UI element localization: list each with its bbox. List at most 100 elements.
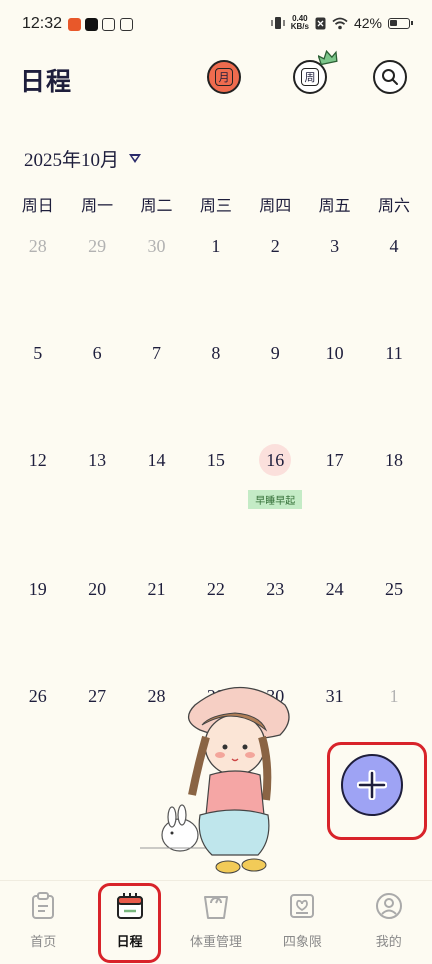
calendar-day-number: 30 (147, 236, 166, 256)
week-view-label: 周 (301, 68, 319, 86)
calendar-day-number: 11 (385, 343, 403, 363)
calendar-day-number: 13 (88, 450, 107, 470)
calendar-day-cell[interactable]: 4 (364, 230, 423, 337)
plus-icon (357, 770, 387, 800)
nav-item-weight[interactable]: 体重管理 (173, 881, 259, 964)
weekday-label: 周日 (21, 196, 54, 215)
search-icon (382, 69, 398, 85)
calendar-day-cell[interactable]: 1 (186, 230, 245, 337)
calendar-day-today: 16 (259, 444, 292, 476)
wifi-icon (332, 17, 348, 29)
calendar-day-number: 29 (88, 236, 107, 256)
calendar-day-cell[interactable]: 26 (8, 680, 67, 740)
vibrate-icon (271, 17, 285, 29)
calendar-day-cell[interactable]: 12 (8, 444, 67, 573)
calendar-day-cell[interactable]: 16 早睡早起 (246, 444, 305, 573)
calendar-day-cell[interactable]: 2 (246, 230, 305, 337)
calendar-day-cell[interactable]: 17 (305, 444, 364, 573)
calendar-day-cell[interactable]: 3 (305, 230, 364, 337)
month-picker[interactable]: 2025年10月 (24, 145, 142, 172)
weekday-label: 周二 (140, 196, 173, 215)
calendar-day-cell[interactable]: 21 (127, 573, 186, 680)
battery-percent: 42% (353, 15, 382, 31)
calendar-day-cell[interactable]: 27 (67, 680, 126, 740)
calendar-day-cell[interactable]: 6 (67, 337, 126, 444)
girl-illustration (140, 686, 290, 874)
calendar-day-cell[interactable]: 1 (364, 680, 423, 740)
calendar-day-number: 1 (211, 236, 221, 256)
calendar-day-cell[interactable]: 22 (186, 573, 245, 680)
bottom-nav: 首页 日程 体重管理 四象限 我的 (0, 880, 432, 964)
calendar-day-cell[interactable]: 23 (246, 573, 305, 680)
crown-icon (318, 50, 338, 66)
weekday-label: 周五 (318, 196, 351, 215)
calendar-week-row: 19 20 21 22 23 24 25 (8, 573, 424, 680)
calendar-day-number: 14 (147, 450, 166, 470)
calendar-day-number: 24 (325, 579, 344, 599)
calendar-week-row: 28 29 30 1 2 3 4 (8, 230, 424, 337)
calendar-day-cell[interactable]: 13 (67, 444, 126, 573)
clipboard-icon (28, 891, 58, 921)
network-speed: 0.40 KB/s (291, 15, 309, 31)
calendar-day-number: 18 (385, 450, 404, 470)
nav-label-quadrant: 四象限 (282, 935, 322, 950)
calendar-day-cell[interactable]: 19 (8, 573, 67, 680)
schedule-tab-highlight (98, 883, 161, 963)
weekday-label: 周三 (199, 196, 232, 215)
calendar-day-number: 17 (325, 450, 344, 470)
add-event-button[interactable] (341, 754, 403, 816)
calendar-day-cell[interactable]: 25 (364, 573, 423, 680)
search-button[interactable] (373, 60, 407, 94)
calendar-day-cell[interactable]: 28 (8, 230, 67, 337)
event-tag[interactable]: 早睡早起 (248, 490, 303, 509)
calendar-day-cell[interactable]: 29 (67, 230, 126, 337)
calendar-day-number: 12 (28, 450, 47, 470)
weekday-label: 周六 (378, 196, 411, 215)
calendar-day-number: 8 (211, 343, 221, 363)
calendar-day-number: 10 (325, 343, 344, 363)
calendar-day-cell[interactable]: 31 (305, 680, 364, 740)
no-sim-icon (315, 17, 326, 29)
calendar-day-number: 7 (151, 343, 161, 363)
nav-label-weight: 体重管理 (189, 935, 242, 950)
calendar-day-cell[interactable]: 14 (127, 444, 186, 573)
month-view-button[interactable]: 月 (207, 60, 241, 94)
quadrant-icon (287, 891, 317, 921)
calendar-day-number: 3 (330, 236, 340, 256)
calendar-day-number: 15 (206, 450, 225, 470)
calendar-day-cell[interactable]: 18 (364, 444, 423, 573)
weekday-label: 周四 (259, 196, 292, 215)
month-view-label: 月 (215, 68, 233, 86)
app-box-icon (120, 18, 133, 31)
calendar-day-number: 9 (270, 343, 280, 363)
status-bar: 12:32 0.40 KB/s 42% (0, 0, 432, 50)
profile-icon (374, 891, 404, 921)
nav-item-mine[interactable]: 我的 (346, 881, 432, 964)
battery-icon (388, 17, 413, 29)
calendar-day-cell[interactable]: 30 (127, 230, 186, 337)
calendar-day-number: 25 (385, 579, 404, 599)
calendar-day-number: 6 (92, 343, 102, 363)
calendar-day-number: 21 (147, 579, 166, 599)
calendar-day-cell[interactable]: 20 (67, 573, 126, 680)
calendar-week-row: 12 13 14 15 16 早睡早起 17 18 (8, 444, 424, 573)
calendar-day-cell[interactable]: 11 (364, 337, 423, 444)
link-app-icon (102, 18, 115, 31)
calendar-day-cell[interactable]: 5 (8, 337, 67, 444)
calendar-day-cell[interactable]: 9 (246, 337, 305, 444)
calendar-day-number: 22 (206, 579, 225, 599)
nav-label-mine: 我的 (375, 935, 402, 950)
calendar-day-cell[interactable]: 8 (186, 337, 245, 444)
calendar-day-number: 19 (28, 579, 47, 599)
calendar-day-cell[interactable]: 10 (305, 337, 364, 444)
calendar-day-number: 28 (28, 236, 47, 256)
calendar-day-number: 20 (88, 579, 107, 599)
calendar-day-number: 27 (88, 686, 107, 706)
calendar-day-cell[interactable]: 7 (127, 337, 186, 444)
nav-item-quadrant[interactable]: 四象限 (259, 881, 345, 964)
calendar-day-cell[interactable]: 24 (305, 573, 364, 680)
calendar-grid: 28 29 30 1 2 3 4 5 6 7 8 9 10 11 12 13 14 15 16 早睡早起 17 18 19 2… (8, 230, 424, 740)
calendar-day-cell[interactable]: 15 (186, 444, 245, 573)
nav-item-home[interactable]: 首页 (0, 881, 86, 964)
calendar-week-row: 5 6 7 8 9 10 11 (8, 337, 424, 444)
